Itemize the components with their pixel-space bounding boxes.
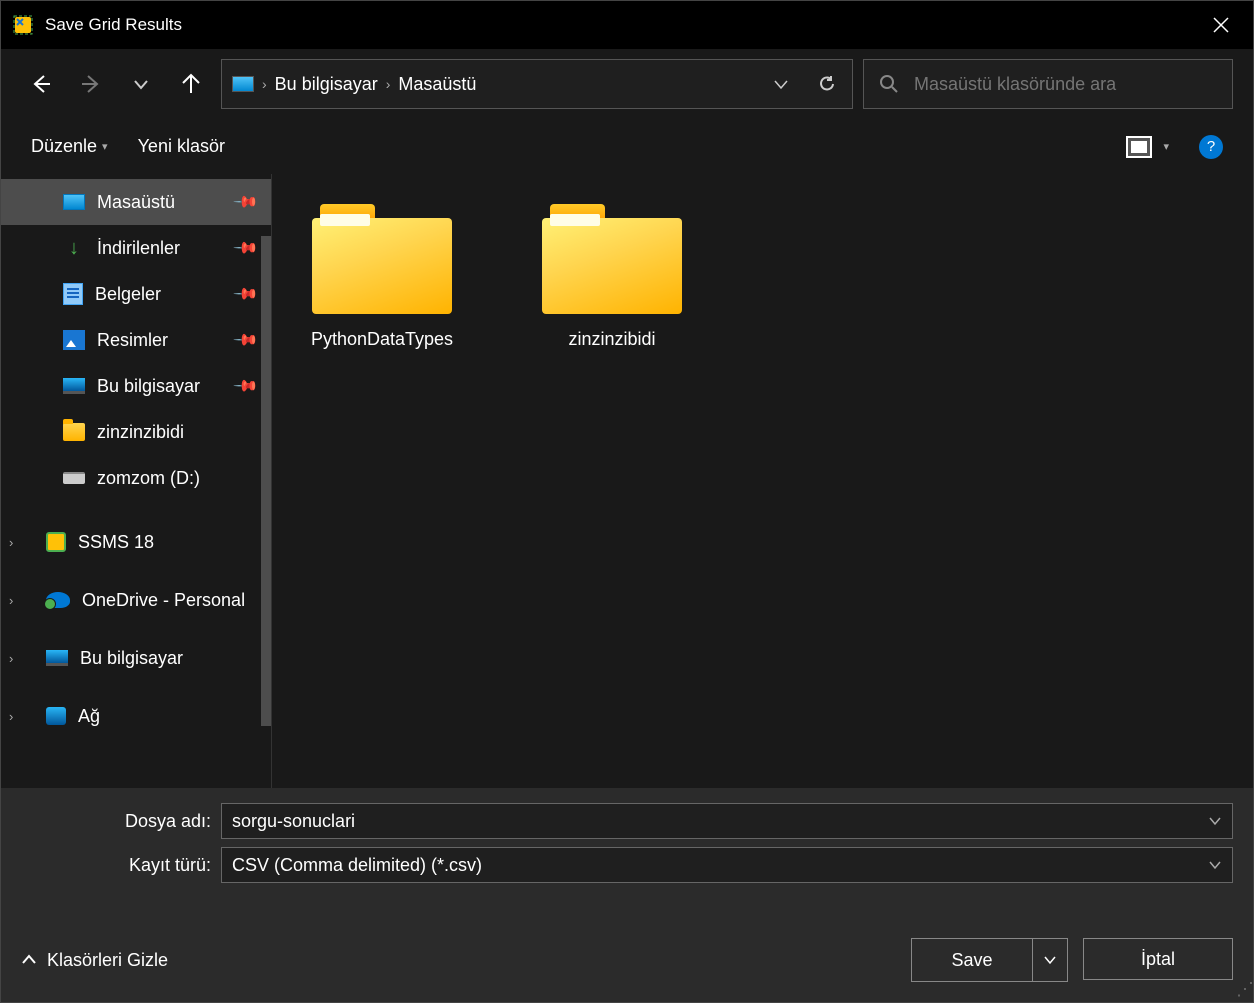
filename-combo[interactable] bbox=[221, 803, 1233, 839]
folder-label: PythonDataTypes bbox=[311, 329, 453, 350]
chevron-up-icon bbox=[21, 952, 37, 968]
filetype-label: Kayıt türü: bbox=[21, 855, 211, 876]
pin-icon: 📌 bbox=[232, 280, 260, 308]
search-icon bbox=[879, 74, 899, 94]
chevron-right-icon[interactable]: › bbox=[9, 709, 13, 724]
sidebar-item-label: zinzinzibidi bbox=[97, 422, 184, 443]
cancel-button[interactable]: İptal bbox=[1083, 938, 1233, 980]
back-button[interactable] bbox=[21, 64, 61, 104]
sidebar-item-label: Bu bilgisayar bbox=[80, 648, 183, 669]
pin-icon: 📌 bbox=[232, 234, 260, 262]
sidebar: Masaüstü📌↓İndirilenler📌Belgeler📌Resimler… bbox=[1, 174, 271, 788]
sidebar-item-i-ndirilenler[interactable]: ↓İndirilenler📌 bbox=[1, 225, 271, 271]
breadcrumb-location[interactable]: Masaüstü bbox=[398, 74, 476, 95]
chevron-right-icon: › bbox=[262, 76, 267, 92]
sidebar-item-ssms-18[interactable]: › SSMS 18 bbox=[1, 519, 271, 565]
chevron-down-icon[interactable] bbox=[1208, 814, 1222, 828]
hide-folders-button[interactable]: Klasörleri Gizle bbox=[21, 950, 168, 971]
sidebar-item-a-[interactable]: › Ağ bbox=[1, 693, 271, 739]
sidebar-item-label: Resimler bbox=[97, 330, 168, 351]
chevron-right-icon[interactable]: › bbox=[9, 535, 13, 550]
sidebar-item-label: Bu bilgisayar bbox=[97, 376, 200, 397]
sidebar-item-bu-bilgisayar[interactable]: Bu bilgisayar 📌 bbox=[1, 363, 271, 409]
sidebar-item-label: Belgeler bbox=[95, 284, 161, 305]
breadcrumb-dropdown[interactable] bbox=[773, 76, 789, 92]
sidebar-item-label: Ağ bbox=[78, 706, 100, 727]
sidebar-item-onedrive-personal[interactable]: › OneDrive - Personal bbox=[1, 577, 271, 623]
sidebar-item-label: SSMS 18 bbox=[78, 532, 154, 553]
sidebar-item-label: OneDrive - Personal bbox=[82, 590, 245, 611]
recent-dropdown[interactable] bbox=[121, 64, 161, 104]
filetype-combo[interactable] bbox=[221, 847, 1233, 883]
sidebar-item-zomzom-d-[interactable]: zomzom (D:) bbox=[1, 455, 271, 501]
breadcrumb-pc[interactable]: Bu bilgisayar bbox=[275, 74, 378, 95]
search-box[interactable] bbox=[863, 59, 1233, 109]
chevron-right-icon[interactable]: › bbox=[9, 593, 13, 608]
help-button[interactable]: ? bbox=[1199, 135, 1223, 159]
sidebar-item-zinzinzibidi[interactable]: zinzinzibidi bbox=[1, 409, 271, 455]
sidebar-item-bu-bilgisayar[interactable]: › Bu bilgisayar bbox=[1, 635, 271, 681]
chevron-right-icon[interactable]: › bbox=[9, 651, 13, 666]
pin-icon: 📌 bbox=[232, 326, 260, 354]
folder-icon bbox=[542, 204, 682, 314]
window-title: Save Grid Results bbox=[45, 15, 1201, 35]
filetype-input[interactable] bbox=[232, 855, 1208, 876]
up-button[interactable] bbox=[171, 64, 211, 104]
sidebar-item-label: İndirilenler bbox=[97, 238, 180, 259]
pc-icon bbox=[232, 76, 254, 92]
chevron-right-icon: › bbox=[386, 76, 391, 92]
chevron-down-icon[interactable] bbox=[1208, 858, 1222, 872]
sidebar-item-label: zomzom (D:) bbox=[97, 468, 200, 489]
folder-label: zinzinzibidi bbox=[568, 329, 655, 350]
search-input[interactable] bbox=[914, 74, 1217, 95]
app-icon bbox=[13, 15, 33, 35]
refresh-button[interactable] bbox=[817, 74, 837, 94]
breadcrumb[interactable]: › Bu bilgisayar › Masaüstü bbox=[221, 59, 853, 109]
folder-pythondatatypes[interactable]: PythonDataTypes bbox=[292, 204, 472, 350]
resize-grip[interactable]: ⋰ bbox=[1236, 985, 1252, 1001]
sidebar-item-masa-st-[interactable]: Masaüstü 📌 bbox=[1, 179, 271, 225]
organize-button[interactable]: Düzenle ▾ bbox=[31, 136, 108, 157]
forward-button[interactable] bbox=[71, 64, 111, 104]
sidebar-item-belgeler[interactable]: Belgeler 📌 bbox=[1, 271, 271, 317]
folder-zinzinzibidi[interactable]: zinzinzibidi bbox=[522, 204, 702, 350]
save-dropdown[interactable] bbox=[1032, 939, 1067, 981]
pin-icon: 📌 bbox=[232, 372, 260, 400]
filename-label: Dosya adı: bbox=[21, 811, 211, 832]
filename-input[interactable] bbox=[232, 811, 1208, 832]
folder-icon bbox=[312, 204, 452, 314]
content-area[interactable]: PythonDataTypes zinzinzibidi bbox=[271, 174, 1253, 788]
sidebar-item-resimler[interactable]: Resimler 📌 bbox=[1, 317, 271, 363]
pin-icon: 📌 bbox=[232, 188, 260, 216]
close-button[interactable] bbox=[1201, 5, 1241, 45]
view-button[interactable]: ▾ bbox=[1126, 136, 1169, 158]
sidebar-item-label: Masaüstü bbox=[97, 192, 175, 213]
new-folder-button[interactable]: Yeni klasör bbox=[138, 136, 225, 157]
save-button[interactable]: Save bbox=[912, 939, 1032, 981]
